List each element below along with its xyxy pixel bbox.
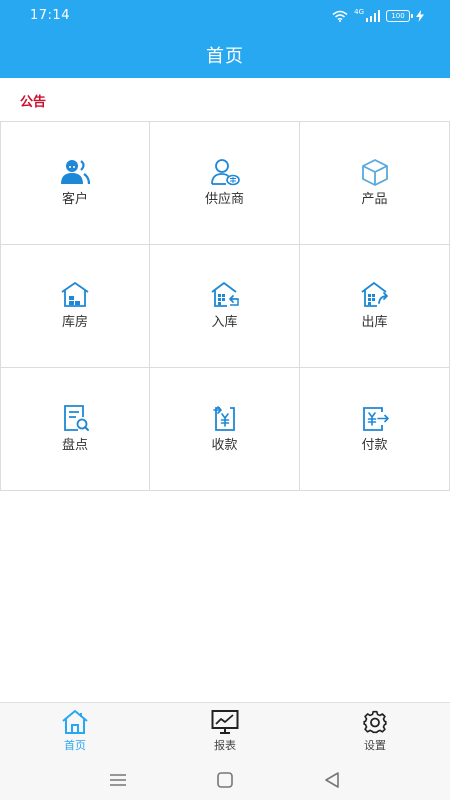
menu-item-stock-in[interactable]: 入库	[150, 245, 300, 368]
menu-item-label: 库房	[61, 315, 88, 330]
tab-label: 报表	[214, 739, 236, 752]
menu-item-supplier[interactable]: 供应商	[150, 122, 300, 245]
menu-item-receive-payment[interactable]: 收款	[150, 368, 300, 491]
notice-label: 公告	[20, 95, 47, 110]
cell-signal-icon	[366, 10, 380, 22]
make-payment-icon	[362, 407, 389, 431]
menu-item-label: 供应商	[204, 192, 244, 207]
menu-item-label: 产品	[361, 192, 388, 207]
supplier-icon	[210, 159, 240, 186]
stock-in-icon	[210, 282, 239, 307]
gear-icon	[363, 710, 387, 734]
product-icon	[361, 159, 388, 186]
tab-label: 设置	[364, 739, 386, 752]
menu-item-label: 盘点	[61, 438, 88, 453]
status-bar: 17:14 4G 100	[0, 0, 450, 32]
receive-payment-icon	[212, 406, 235, 431]
stock-out-icon	[360, 282, 388, 307]
menu-item-label: 收款	[211, 438, 238, 453]
network-type-label: 4G	[354, 8, 364, 16]
notice-bar[interactable]: 公告	[0, 78, 450, 121]
menu-icon[interactable]	[107, 769, 129, 791]
menu-item-label: 入库	[211, 315, 238, 330]
menu-item-make-payment[interactable]: 付款	[300, 368, 450, 491]
battery-level: 100	[391, 11, 405, 20]
menu-item-stock-out[interactable]: 出库	[300, 245, 450, 368]
battery-icon: 100	[386, 10, 413, 22]
menu-item-label: 出库	[361, 315, 388, 330]
page-title: 首页	[206, 46, 244, 67]
app-header: 首页	[0, 32, 450, 78]
warehouse-icon	[61, 282, 89, 307]
status-time: 17:14	[30, 8, 70, 23]
tab-home[interactable]: 首页	[0, 703, 150, 761]
tab-label: 首页	[64, 739, 86, 752]
charging-bolt-icon	[416, 10, 424, 22]
menu-item-inventory-check[interactable]: 盘点	[0, 368, 150, 491]
menu-item-product[interactable]: 产品	[300, 122, 450, 245]
menu-item-label: 付款	[361, 438, 388, 453]
tab-settings[interactable]: 设置	[300, 703, 450, 761]
home-icon	[62, 710, 88, 734]
menu-item-warehouse[interactable]: 库房	[0, 245, 150, 368]
inventory-check-icon	[64, 405, 89, 431]
customer-icon	[61, 160, 90, 185]
system-nav-bar	[0, 760, 450, 800]
back-icon[interactable]	[321, 769, 343, 791]
home-button-icon[interactable]	[214, 769, 236, 791]
status-icons: 4G 100	[332, 8, 424, 24]
report-monitor-icon	[211, 710, 239, 734]
wifi-icon	[332, 10, 348, 22]
menu-item-customer[interactable]: 客户	[0, 122, 150, 245]
bottom-tab-bar: 首页 报表 设置	[0, 702, 450, 760]
menu-item-label: 客户	[61, 192, 88, 207]
menu-grid: 客户 供应商 产品 库房 入库 出库 盘点 收款 付款	[0, 121, 450, 491]
tab-report[interactable]: 报表	[150, 703, 300, 761]
